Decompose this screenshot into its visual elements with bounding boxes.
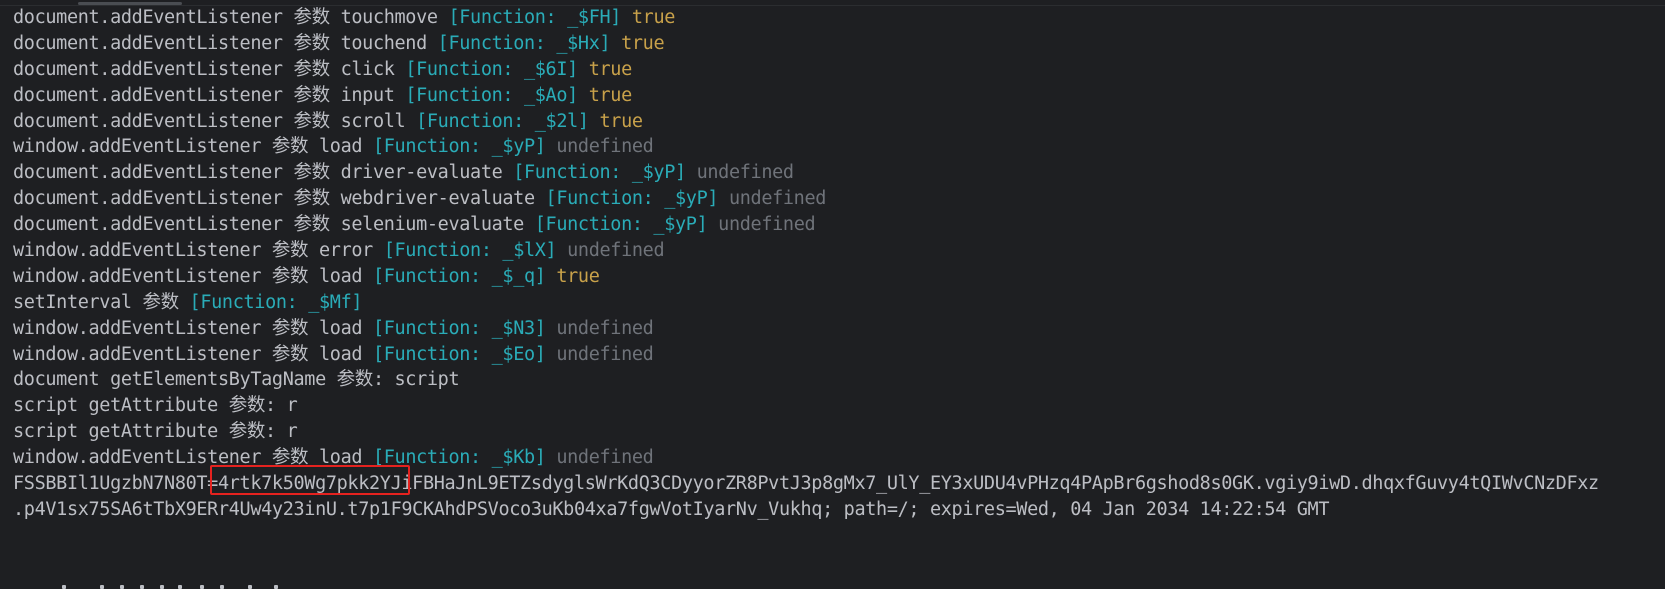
log-line: setInterval 参数 [Function: _$Mf]	[13, 290, 1599, 316]
function-ref: [Function: _$FH]	[448, 7, 622, 28]
log-line: script getAttribute 参数: r	[13, 393, 1599, 419]
function-ref: [Function: _$yP]	[372, 136, 546, 158]
log-line-text: window.addEventListener 参数 load	[13, 136, 373, 158]
log-line-text: script getAttribute 参数: r	[13, 421, 298, 443]
separator	[546, 266, 557, 287]
log-line: window.addEventListener 参数 load [Functio…	[13, 264, 1599, 290]
log-line-text: document.addEventListener 参数 selenium-ev…	[13, 214, 535, 236]
log-line-text: document.addEventListener 参数 touchend	[13, 32, 438, 54]
separator	[707, 214, 718, 235]
separator	[546, 318, 557, 339]
log-line-text: window.addEventListener 参数 load	[13, 343, 373, 365]
function-ref: [Function: _$Eo]	[372, 343, 546, 365]
log-line: .p4V1sx75SA6tTbX9ERr4Uw4y23inU.t7p1F9CKA…	[13, 497, 1599, 523]
return-value-undefined: undefined	[567, 240, 665, 262]
return-value-undefined: undefined	[556, 317, 654, 339]
return-value-boolean: true	[599, 110, 644, 132]
log-line: window.addEventListener 参数 load [Functio…	[13, 134, 1599, 160]
return-value-boolean: true	[621, 32, 665, 54]
return-value-undefined: undefined	[718, 214, 816, 236]
separator	[546, 136, 557, 157]
separator	[546, 344, 557, 365]
log-line: document.addEventListener 参数 click [Func…	[13, 57, 1599, 83]
log-line-text: window.addEventListener 参数 load	[13, 317, 373, 339]
log-line: document.addEventListener 参数 webdriver-e…	[13, 186, 1599, 212]
function-ref: [Function: _$yP]	[545, 188, 719, 210]
return-value-undefined: undefined	[556, 447, 654, 469]
log-line-text: document.addEventListener 参数 click	[13, 58, 406, 80]
separator	[589, 111, 600, 132]
next-log-line-partial	[60, 582, 360, 589]
function-ref: [Function: _$2l]	[416, 110, 589, 132]
return-value-boolean: true	[556, 265, 600, 287]
log-line: window.addEventListener 参数 load [Functio…	[13, 316, 1599, 342]
log-lines: document.addEventListener 参数 touchmove […	[13, 5, 1599, 523]
log-line-text: window.addEventListener 参数 load	[13, 265, 373, 287]
console-output-panel: document.addEventListener 参数 touchmove […	[0, 0, 1665, 589]
log-line: document getElementsByTagName 参数: script	[13, 367, 1599, 393]
cookie-highlight-box	[210, 465, 410, 495]
separator	[556, 240, 567, 261]
function-ref: [Function: _$_q]	[372, 265, 546, 287]
separator	[578, 59, 589, 80]
return-value-boolean: true	[588, 84, 633, 106]
function-ref: [Function: _$yP]	[534, 214, 708, 236]
separator	[718, 188, 729, 209]
return-value-undefined: undefined	[556, 136, 654, 158]
log-line-text: .p4V1sx75SA6tTbX9ERr4Uw4y23inU.t7p1F9CKA…	[13, 498, 1330, 520]
log-line: document.addEventListener 参数 touchend [F…	[13, 31, 1599, 57]
return-value-undefined: undefined	[728, 188, 827, 210]
return-value-boolean: true	[631, 7, 676, 28]
log-line: document.addEventListener 参数 scroll [Fun…	[13, 109, 1599, 135]
function-ref: [Function: _$Ao]	[405, 84, 578, 106]
log-line-text: document.addEventListener 参数 input	[13, 84, 406, 106]
log-line: document.addEventListener 参数 driver-eval…	[13, 160, 1599, 186]
function-ref: [Function: _$Mf]	[189, 291, 363, 313]
log-line: window.addEventListener 参数 error [Functi…	[13, 238, 1599, 264]
log-line-text: document getElementsByTagName 参数: script	[13, 369, 460, 391]
function-ref: [Function: _$N3]	[372, 317, 546, 339]
log-line: window.addEventListener 参数 load [Functio…	[13, 342, 1599, 368]
log-line: script getAttribute 参数: r	[13, 419, 1599, 445]
function-ref: [Function: _$Hx]	[437, 32, 611, 54]
separator	[578, 85, 589, 106]
separator	[610, 33, 621, 54]
function-ref: [Function: _$yP]	[513, 162, 686, 184]
log-line: document.addEventListener 参数 input [Func…	[13, 83, 1599, 109]
separator	[686, 162, 697, 183]
log-line: document.addEventListener 参数 selenium-ev…	[13, 212, 1599, 238]
log-line-text: setInterval 参数	[13, 291, 190, 313]
log-line-text: script getAttribute 参数: r	[13, 395, 298, 417]
return-value-undefined: undefined	[556, 343, 654, 365]
return-value-boolean: true	[588, 58, 633, 80]
log-line-text: document.addEventListener 参数 driver-eval…	[13, 162, 514, 184]
log-line-text: window.addEventListener 参数 error	[13, 240, 384, 262]
function-ref: [Function: _$lX]	[383, 240, 557, 262]
separator	[621, 7, 632, 28]
function-ref: [Function: _$6I]	[405, 58, 578, 80]
return-value-undefined: undefined	[696, 162, 794, 184]
log-line-text: document.addEventListener 参数 webdriver-e…	[13, 188, 546, 210]
separator	[546, 447, 557, 468]
log-line-text: document.addEventListener 参数 touchmove	[13, 7, 449, 28]
log-line-text: document.addEventListener 参数 scroll	[13, 110, 417, 132]
log-line: document.addEventListener 参数 touchmove […	[13, 5, 1599, 31]
